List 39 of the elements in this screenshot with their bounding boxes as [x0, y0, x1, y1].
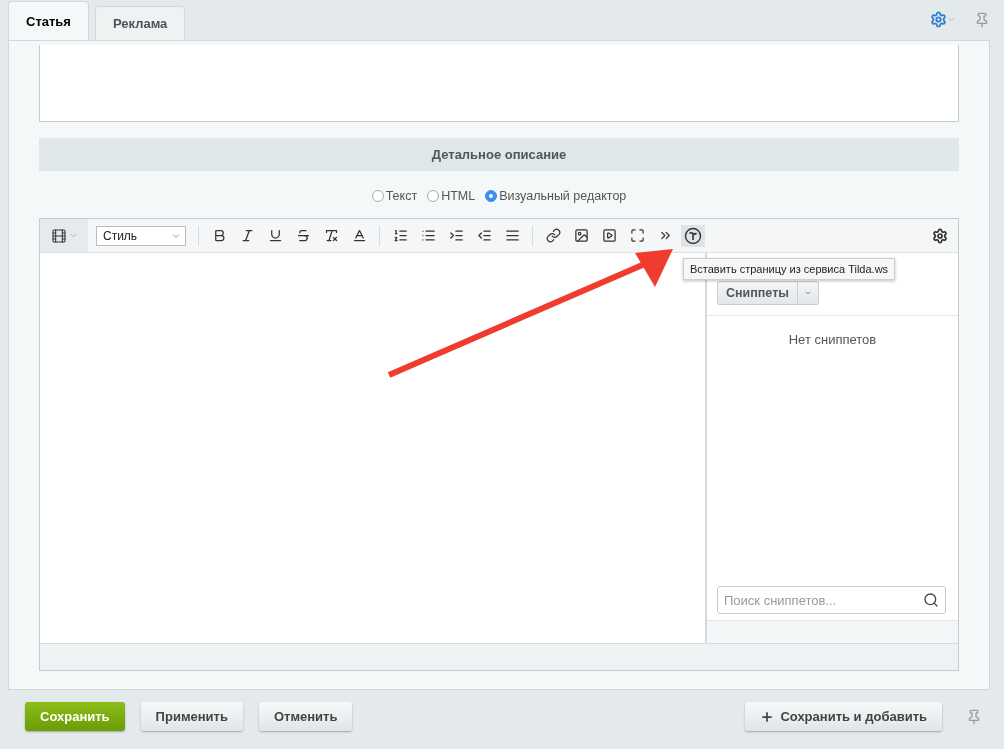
tab[interactable]: Реклама — [94, 6, 186, 40]
mode-radio[interactable]: Визуальный редактор — [485, 189, 627, 203]
pin-icon — [966, 708, 982, 725]
settings-icon[interactable] — [930, 11, 956, 28]
settings-icon — [932, 227, 948, 244]
italic-icon — [239, 228, 255, 243]
action-button[interactable]: Отменить — [258, 702, 353, 731]
justify-icon — [504, 228, 520, 243]
bullet-list-icon — [420, 228, 436, 243]
link-icon — [545, 228, 561, 243]
fullscreen-icon — [629, 228, 645, 243]
film-icon — [50, 227, 67, 244]
indent-icon — [448, 228, 464, 243]
snippets-button[interactable]: Сниппеты — [717, 281, 819, 305]
mode-radio[interactable]: Текст — [371, 189, 418, 203]
tab[interactable]: Статья — [8, 1, 89, 40]
plus-icon — [760, 709, 775, 724]
format-button[interactable] — [40, 219, 88, 252]
numbered-list-icon — [392, 228, 408, 243]
tilda-button[interactable] — [681, 224, 705, 247]
font-color-icon — [351, 228, 367, 243]
pin-icon — [974, 11, 990, 28]
caret-icon — [68, 231, 78, 240]
underline-icon — [267, 228, 283, 243]
style-select[interactable]: Стиль — [96, 225, 186, 246]
search-icon — [923, 592, 939, 608]
snippet-search-field[interactable]: Поиск сниппетов... — [717, 586, 946, 614]
strikethrough-icon — [295, 228, 311, 243]
image-icon — [573, 228, 589, 243]
mode-radio[interactable]: HTML — [427, 189, 476, 203]
clear-format-icon — [323, 228, 339, 243]
tilda-icon — [684, 226, 702, 245]
tooltip: Вставить страницу из сервиса Tilda.ws — [683, 258, 896, 280]
video-icon — [601, 228, 617, 243]
save-add-button[interactable]: Сохранить и добавить — [745, 702, 942, 731]
section-title: Детальное описание — [39, 138, 959, 171]
outdent-icon — [476, 228, 492, 243]
empty-message: Нет сниппетов — [788, 332, 877, 347]
action-button[interactable]: Применить — [140, 702, 243, 731]
